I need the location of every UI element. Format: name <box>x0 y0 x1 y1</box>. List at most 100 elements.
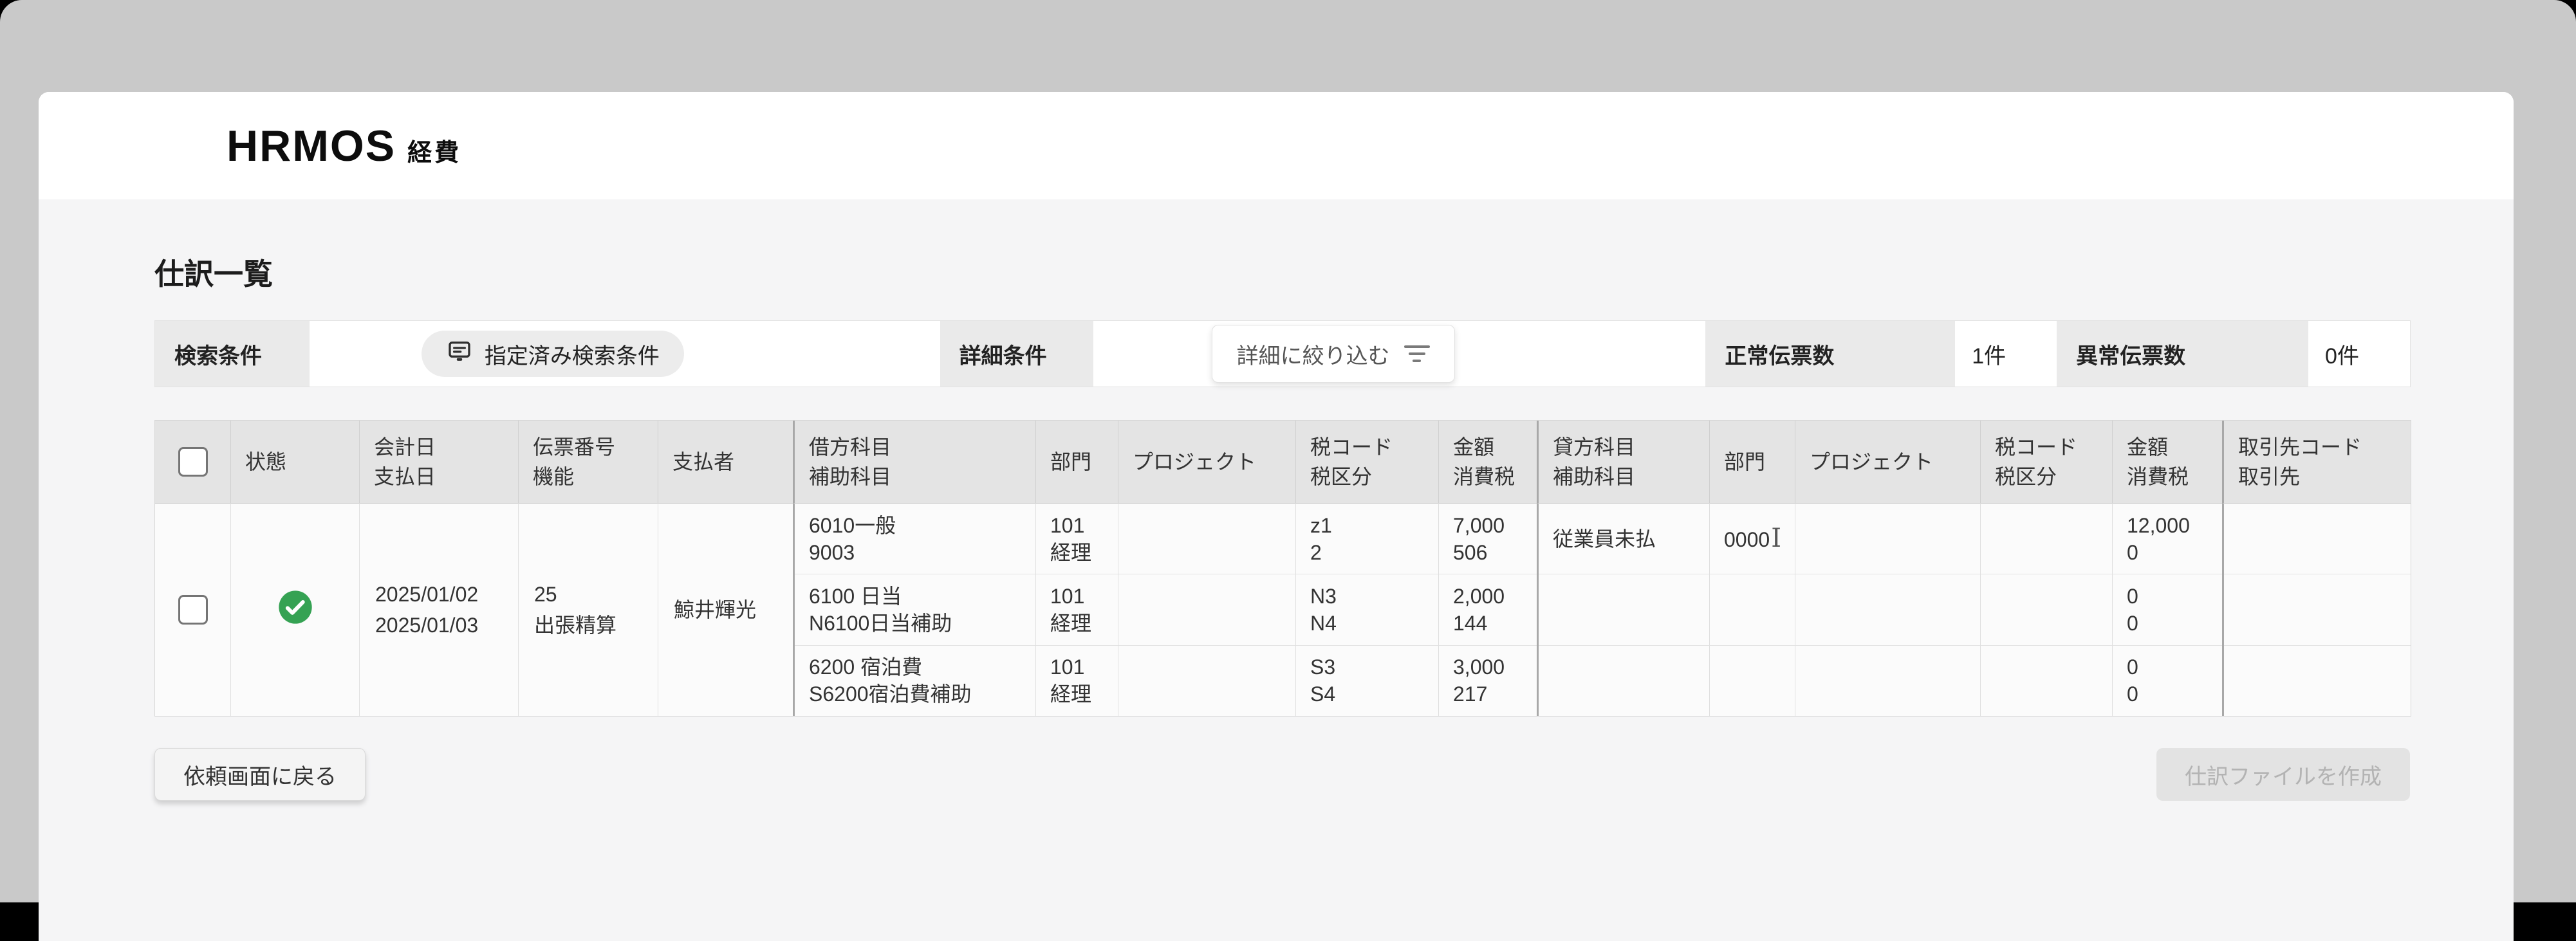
row-dates-cell: 2025/01/02 2025/01/03 <box>359 503 518 716</box>
vendor-entry <box>2224 574 2411 644</box>
col-header-debit-dept: 部門 <box>1035 421 1118 503</box>
debit-account-2: 6200 宿泊費 <box>809 653 1021 681</box>
credit-tax-entry <box>1981 645 2112 716</box>
credit-amount-0: 12,000 <box>2127 512 2208 539</box>
vendor-entry <box>2224 504 2411 574</box>
debit-account-entry: 6010一般 9003 <box>795 504 1035 574</box>
refine-by-detail-button[interactable]: 詳細に絞り込む <box>1212 325 1455 383</box>
debit-amount-1: 2,000 <box>1453 583 1523 610</box>
col-header-credit-project: プロジェクト <box>1795 421 1980 503</box>
credit-account-cell: 従業員未払 <box>1537 503 1709 716</box>
credit-dept-entry <box>1710 645 1795 716</box>
credit-dept-entry <box>1710 574 1795 644</box>
credit-account-entry <box>1539 645 1709 716</box>
debit-dept-entry: 101 経理 <box>1036 574 1118 644</box>
col-header-payer: 支払者 <box>658 421 793 503</box>
accounting-date: 2025/01/02 <box>375 579 503 610</box>
debit-dept-code-1: 101 <box>1050 583 1104 610</box>
app-header: HRMOS 経費 <box>39 92 2514 199</box>
debit-project-cell <box>1118 503 1295 716</box>
col-header-voucher: 伝票番号 機能 <box>518 421 658 503</box>
filter-bar: 検索条件 指定済み検索条件 詳細 <box>154 320 2411 387</box>
credit-amount-entry: 0 0 <box>2113 645 2222 716</box>
filter-icon <box>1404 345 1430 362</box>
credit-tax-amount-1: 0 <box>2127 610 2208 637</box>
voucher-no: 25 <box>534 579 642 610</box>
col-header-credit-amount: 金額 消費税 <box>2112 421 2222 503</box>
debit-account-entry: 6100 日当 N6100日当補助 <box>795 574 1035 644</box>
debit-tax-amount-1: 144 <box>1453 610 1523 637</box>
debit-project-entry <box>1118 574 1295 644</box>
debit-tax-class-1: N4 <box>1310 610 1424 637</box>
col-header-debit-amount-l1: 金額 <box>1453 432 1523 462</box>
content-area: 仕訳一覧 検索条件 指定済み検索条件 <box>39 199 2514 941</box>
debit-dept-cell: 101 経理 101 経理 101 経理 <box>1035 503 1118 716</box>
col-header-debit-account-l1: 借方科目 <box>809 432 1021 462</box>
col-header-function: 機能 <box>533 462 644 491</box>
row-voucher-cell: 25 出張精算 <box>518 503 658 716</box>
credit-dept-code-0-text: 0000 <box>1724 528 1770 551</box>
col-header-debit-project: プロジェクト <box>1118 421 1295 503</box>
select-all-checkbox[interactable] <box>178 447 208 477</box>
debit-amount-entry: 3,000 217 <box>1439 645 1537 716</box>
saved-search-conditions-button[interactable]: 指定済み検索条件 <box>422 331 684 377</box>
debit-tax-code-0: z1 <box>1310 512 1424 539</box>
debit-dept-code-0: 101 <box>1050 512 1104 539</box>
debit-sub-account-2: S6200宿泊費補助 <box>809 681 1021 708</box>
col-header-credit-project-text: プロジェクト <box>1810 447 1966 477</box>
error-voucher-count-value: 0件 <box>2308 321 2410 387</box>
debit-tax-code-1: N3 <box>1310 583 1424 610</box>
back-to-request-button[interactable]: 依頼画面に戻る <box>154 748 366 801</box>
row-payer-cell: 鯨井輝光 <box>658 503 793 716</box>
detail-conditions-label: 詳細条件 <box>940 321 1093 387</box>
debit-amount-2: 3,000 <box>1453 653 1523 681</box>
row-checkbox-cell <box>155 503 230 716</box>
create-journal-file-button[interactable]: 仕訳ファイルを作成 <box>2156 748 2410 801</box>
col-header-credit-account-l1: 貸方科目 <box>1553 432 1695 462</box>
credit-amount-1: 0 <box>2127 583 2208 610</box>
status-ok-icon <box>277 589 313 630</box>
footer-actions: 依頼画面に戻る 仕訳ファイルを作成 <box>154 748 2410 801</box>
credit-account-0: 従業員未払 <box>1553 525 1695 553</box>
col-header-credit-tax: 税コード 税区分 <box>1980 421 2112 503</box>
col-header-checkbox <box>155 421 230 503</box>
col-header-debit-dept-text: 部門 <box>1050 447 1104 477</box>
col-header-debit-tax-l1: 税コード <box>1310 432 1424 462</box>
col-header-credit-tax-l1: 税コード <box>1995 432 2098 462</box>
detail-conditions-cell: 詳細に絞り込む <box>1093 321 1706 387</box>
voucher-function: 出張精算 <box>534 610 642 641</box>
credit-tax-entry <box>1981 574 2112 644</box>
vendor-cell <box>2222 503 2411 716</box>
journal-entries-table: 状態 会計日 支払日 伝票番号 機能 支払者 借方科目 補助科目 <box>154 420 2411 717</box>
col-header-credit-amount-l2: 消費税 <box>2127 462 2208 491</box>
debit-tax-amount-0: 506 <box>1453 539 1523 566</box>
credit-project-entry <box>1795 504 1980 574</box>
debit-project-entry <box>1118 504 1295 574</box>
debit-amount-0: 7,000 <box>1453 512 1523 539</box>
credit-tax-entry <box>1981 504 2112 574</box>
payment-date: 2025/01/03 <box>375 610 503 641</box>
hrmos-keihi-logo: HRMOS 経費 <box>227 121 461 171</box>
credit-tax-amount-2: 0 <box>2127 681 2208 708</box>
debit-account-entry: 6200 宿泊費 S6200宿泊費補助 <box>795 645 1035 716</box>
credit-project-cell <box>1795 503 1980 716</box>
search-conditions-cell: 指定済み検索条件 <box>310 321 940 387</box>
col-header-payment-date: 支払日 <box>374 462 504 491</box>
col-header-credit-dept-text: 部門 <box>1724 447 1781 477</box>
credit-dept-entry: 0000I <box>1710 504 1795 574</box>
debit-dept-name-0: 経理 <box>1050 539 1104 566</box>
credit-amount-entry: 0 0 <box>2113 574 2222 644</box>
row-checkbox[interactable] <box>178 595 208 625</box>
debit-amount-cell: 7,000 506 2,000 144 3,000 217 <box>1438 503 1537 716</box>
saved-search-conditions-text: 指定済み検索条件 <box>485 338 660 370</box>
debit-account-0: 6010一般 <box>809 512 1021 539</box>
col-header-status: 状態 <box>230 421 359 503</box>
credit-amount-cell: 12,000 0 0 0 0 0 <box>2112 503 2222 716</box>
col-header-vendor-code: 取引先コード <box>2238 432 2396 462</box>
normal-voucher-count-label: 正常伝票数 <box>1705 321 1955 387</box>
col-header-credit-dept: 部門 <box>1709 421 1795 503</box>
debit-sub-account-0: 9003 <box>809 539 1021 566</box>
credit-amount-entry: 12,000 0 <box>2113 504 2222 574</box>
col-header-voucher-no: 伝票番号 <box>533 432 644 462</box>
debit-sub-account-1: N6100日当補助 <box>809 610 1021 637</box>
